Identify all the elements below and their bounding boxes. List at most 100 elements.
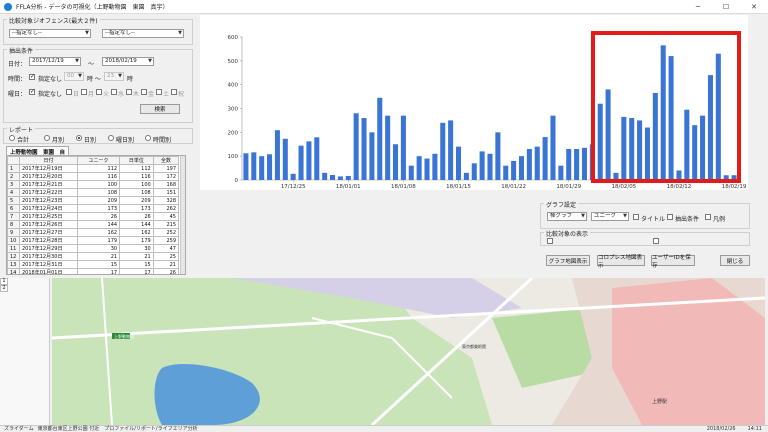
table-row[interactable]: 4 2017年12月22日 108 108 151 <box>7 188 180 197</box>
weekday-checkbox-thu[interactable] <box>126 89 132 95</box>
weekday-checkbox-mon[interactable] <box>81 89 87 95</box>
table-row[interactable]: 12 2017年12月30日 21 21 25 <box>7 252 180 261</box>
weekday-checkbox-sat[interactable] <box>156 89 162 95</box>
legend-checkbox[interactable] <box>705 214 711 220</box>
lower-left-panel: 1 2 <box>0 278 50 425</box>
row-index: 10 <box>7 236 20 245</box>
table-scrollbar[interactable] <box>180 156 185 274</box>
table-row[interactable]: 3 2017年12月21日 100 100 168 <box>7 180 180 189</box>
table-row[interactable]: 11 2017年12月29日 30 30 47 <box>7 244 180 253</box>
graph-type-select[interactable]: 棒グラフ ▼ <box>547 212 587 221</box>
search-button[interactable]: 検索 <box>140 104 180 114</box>
weekday-label-holiday: 祝 <box>178 91 185 98</box>
row-unique: 144 <box>76 220 121 229</box>
weekday-checkbox-holiday[interactable] <box>171 89 177 95</box>
close-window-button[interactable]: ✕ <box>740 0 768 14</box>
choropleth-map-button[interactable]: コロプレス地図表示 <box>597 255 645 269</box>
filter-conditions-checkbox[interactable] <box>667 214 673 220</box>
weekday-unspecified-label: 指定なし <box>38 91 63 98</box>
minimize-button[interactable]: ─ <box>684 0 712 14</box>
bar <box>243 153 249 180</box>
bar <box>503 165 509 180</box>
hour-to-value: 23 <box>107 73 114 79</box>
bar <box>400 115 406 180</box>
bar <box>353 113 359 180</box>
weekday-checkbox-sun[interactable] <box>66 89 72 95</box>
bar <box>385 115 391 180</box>
radio-daily[interactable] <box>76 135 82 141</box>
hour-from-select[interactable]: 00 ▼ <box>64 72 84 81</box>
map-view[interactable]: 上野動物園 東京都美術館 上野駅 <box>52 278 765 425</box>
header-total[interactable]: 全数 <box>152 156 180 165</box>
hour-to-select[interactable]: 23 ▼ <box>104 72 124 81</box>
weekday-label-wed: 水 <box>118 91 125 98</box>
table-row[interactable]: 14 2018年01月01日 17 17 26 <box>7 268 180 274</box>
compare-select-1[interactable]: --指定なし-- ▼ <box>9 29 91 38</box>
row-date: 2018年01月01日 <box>19 268 78 274</box>
bar <box>290 173 296 180</box>
graph-settings-legend: グラフ設定 <box>544 200 579 209</box>
row-unique: 209 <box>76 196 121 205</box>
save-user-id-button[interactable]: ユーザーIDを保存 <box>651 255 695 269</box>
weekday-checkbox-fri[interactable] <box>141 89 147 95</box>
row-total: 45 <box>152 212 180 221</box>
bar <box>495 132 501 180</box>
header-date[interactable]: 日付 <box>19 156 78 165</box>
filter-group: 抽出条件 日付： 2017/12/19 ▼ ～ 2018/02/19 ▼ 時間： 指… <box>3 46 193 123</box>
row-total: 328 <box>152 196 180 205</box>
weekday-checkbox-wed[interactable] <box>111 89 117 95</box>
row-daily: 112 <box>119 164 154 173</box>
map-label-museum: 東京都美術館 <box>462 343 486 349</box>
date-to-picker[interactable]: 2018/02/19 ▼ <box>102 57 154 66</box>
date-from-picker[interactable]: 2017/12/19 ▼ <box>29 57 81 66</box>
row-index: 5 <box>7 196 20 205</box>
table-row[interactable]: 13 2017年12月31日 15 15 21 <box>7 260 180 269</box>
row-date: 2017年12月31日 <box>19 260 78 269</box>
time-unspecified-checkbox[interactable] <box>29 73 35 80</box>
radio-total[interactable] <box>9 135 15 141</box>
weekday-unspecified-checkbox[interactable] <box>29 88 35 95</box>
compare-display-checkbox-1[interactable] <box>547 238 553 244</box>
x-tick-label: 18/01/22 <box>501 184 526 190</box>
metric-select[interactable]: ユニーク ▼ <box>591 212 629 221</box>
radio-hourly[interactable] <box>145 135 151 141</box>
table-row[interactable]: 8 2017年12月26日 144 144 215 <box>7 220 180 229</box>
close-button[interactable]: 閉じる <box>720 255 750 266</box>
compare-display-checkbox-2[interactable] <box>653 238 659 244</box>
table-row[interactable]: 10 2017年12月28日 179 179 259 <box>7 236 180 245</box>
table-row[interactable]: 1 2017年12月19日 112 112 197 <box>7 164 180 173</box>
row-index: 11 <box>7 244 20 253</box>
radio-monthly[interactable] <box>44 135 50 141</box>
row-total: 21 <box>152 260 180 269</box>
header-unique[interactable]: ユニーク <box>76 156 121 165</box>
row-index: 2 <box>7 172 20 181</box>
date-label: 日付： <box>8 61 27 68</box>
table-row[interactable]: 7 2017年12月25日 26 26 45 <box>7 212 180 221</box>
bar <box>432 153 438 180</box>
status-time: 14:11 <box>747 426 762 432</box>
table-body: 1 2017年12月19日 112 112 197 2 2017年12月20日 116 116 1… <box>7 164 180 274</box>
chevron-down-icon: ▼ <box>118 73 122 79</box>
row-total: 215 <box>152 220 180 229</box>
table-row[interactable]: 2 2017年12月20日 116 116 172 <box>7 172 180 181</box>
row-daily: 15 <box>119 260 154 269</box>
radio-total-label: 合計 <box>17 137 30 144</box>
row-index: 13 <box>7 260 20 269</box>
table-row[interactable]: 5 2017年12月23日 209 209 328 <box>7 196 180 205</box>
radio-weekday[interactable] <box>108 135 114 141</box>
x-tick-label: 18/01/01 <box>336 184 361 190</box>
weekday-label-tue: 火 <box>103 91 110 98</box>
table-row[interactable]: 6 2017年12月24日 173 173 262 <box>7 204 180 213</box>
status-left: ズライダーム <box>4 426 34 432</box>
header-daily[interactable]: 日単位 <box>119 156 154 165</box>
bar <box>393 144 399 180</box>
row-date: 2017年12月28日 <box>19 236 78 245</box>
compare-select-2[interactable]: --指定なし-- ▼ <box>102 29 184 38</box>
weekday-checkbox-tue[interactable] <box>96 89 102 95</box>
title-checkbox[interactable] <box>633 214 639 220</box>
row-daily: 26 <box>119 212 154 221</box>
table-row[interactable]: 9 2017年12月27日 162 162 252 <box>7 228 180 237</box>
row-date: 2017年12月27日 <box>19 228 78 237</box>
graph-map-button[interactable]: グラフ地図表示 <box>546 255 590 266</box>
maximize-button[interactable]: ☐ <box>712 0 740 14</box>
